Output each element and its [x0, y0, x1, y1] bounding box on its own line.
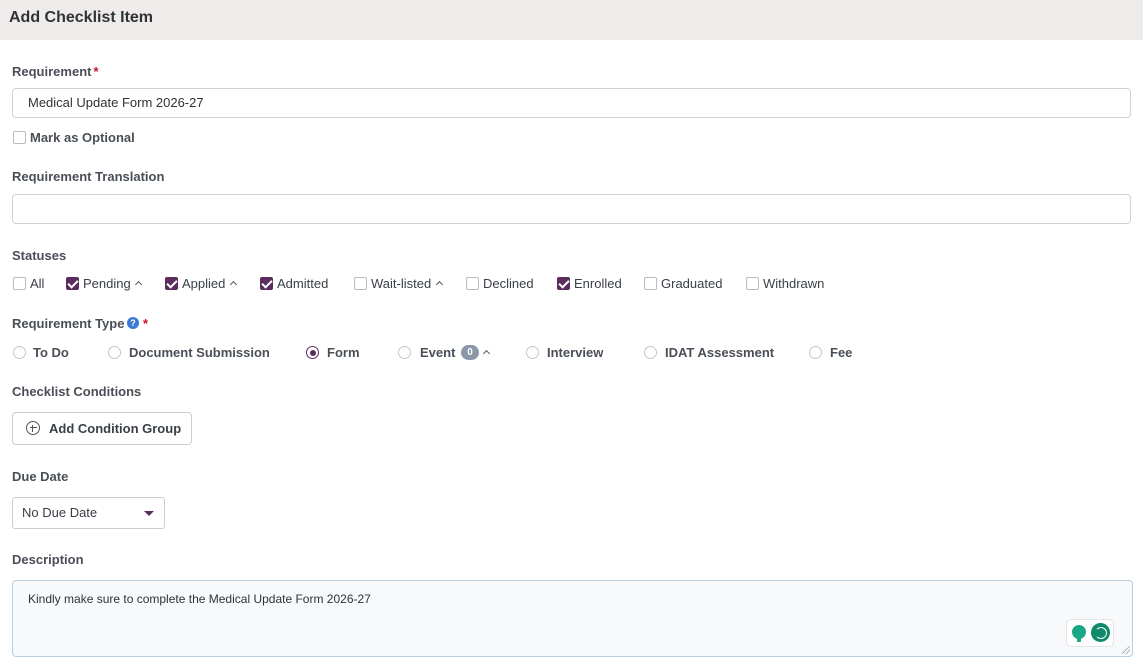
requirement-translation-input[interactable]	[12, 194, 1131, 224]
type-interview-label[interactable]: Interview	[547, 345, 603, 360]
dialog-title: Add Checklist Item	[9, 9, 154, 26]
status-enrolled-label[interactable]: Enrolled	[574, 276, 622, 291]
type-form-label[interactable]: Form	[327, 345, 360, 360]
resize-handle-icon[interactable]	[1122, 646, 1130, 654]
requirement-input[interactable]: Medical Update Form 2026-27	[12, 88, 1131, 118]
type-todo-label[interactable]: To Do	[33, 345, 69, 360]
status-admitted-checkbox[interactable]	[260, 277, 273, 290]
status-all-checkbox[interactable]	[13, 277, 26, 290]
status-graduated-checkbox[interactable]	[644, 277, 657, 290]
question-circle-icon[interactable]: ?	[127, 317, 139, 329]
required-asterisk: *	[93, 64, 99, 79]
chevron-up-icon[interactable]	[134, 280, 143, 289]
type-idat-radio[interactable]	[644, 346, 657, 359]
due-date-selected: No Due Date	[22, 505, 98, 520]
requirement-translation-label: Requirement Translation	[12, 169, 165, 184]
status-withdrawn-checkbox[interactable]	[746, 277, 759, 290]
plus-circle-icon	[26, 421, 40, 435]
requirement-type-label-text: Requirement Type	[12, 316, 125, 331]
status-waitlisted-label[interactable]: Wait-listed	[371, 276, 431, 291]
writing-assistant-widget[interactable]	[1066, 619, 1114, 647]
description-text: Kindly make sure to complete the Medical…	[28, 592, 371, 606]
due-date-select[interactable]: No Due Date	[12, 497, 165, 529]
chevron-up-icon[interactable]	[482, 349, 491, 358]
checklist-conditions-label: Checklist Conditions	[12, 384, 142, 399]
statuses-label: Statuses	[12, 248, 67, 263]
chevron-up-icon[interactable]	[435, 280, 444, 289]
description-textarea[interactable]: Kindly make sure to complete the Medical…	[12, 580, 1133, 657]
type-idat-label[interactable]: IDAT Assessment	[665, 345, 774, 360]
required-asterisk-text: *	[143, 316, 149, 331]
type-fee-label[interactable]: Fee	[830, 345, 852, 360]
description-label: Description	[12, 552, 84, 567]
type-event-radio[interactable]	[398, 346, 411, 359]
chevron-up-icon[interactable]	[229, 280, 238, 289]
status-pending-label[interactable]: Pending	[83, 276, 131, 291]
lightbulb-icon[interactable]	[1072, 625, 1086, 642]
add-condition-group-label: Add Condition Group	[49, 421, 182, 436]
status-enrolled-checkbox[interactable]	[557, 277, 570, 290]
status-declined-checkbox[interactable]	[466, 277, 479, 290]
event-count-badge: 0	[461, 345, 479, 360]
type-interview-radio[interactable]	[526, 346, 539, 359]
mark-optional-label[interactable]: Mark as Optional	[30, 130, 135, 145]
due-date-label: Due Date	[12, 469, 69, 484]
type-todo-radio[interactable]	[13, 346, 26, 359]
type-document-label[interactable]: Document Submission	[129, 345, 270, 360]
dialog-header: Add Checklist Item	[0, 0, 1143, 40]
add-condition-group-button[interactable]: Add Condition Group	[12, 412, 192, 445]
status-applied-label[interactable]: Applied	[182, 276, 225, 291]
status-declined-label[interactable]: Declined	[483, 276, 534, 291]
status-all-label[interactable]: All	[30, 276, 44, 291]
type-document-radio[interactable]	[108, 346, 121, 359]
status-admitted-label[interactable]: Admitted	[277, 276, 328, 291]
requirement-label: Requirement *	[12, 64, 99, 79]
status-graduated-label[interactable]: Graduated	[661, 276, 722, 291]
status-withdrawn-label[interactable]: Withdrawn	[763, 276, 824, 291]
required-asterisk: *	[141, 316, 148, 331]
status-pending-checkbox[interactable]	[66, 277, 79, 290]
requirement-label-text: Requirement	[12, 64, 92, 79]
status-applied-checkbox[interactable]	[165, 277, 178, 290]
assistant-chat-icon[interactable]	[1091, 623, 1110, 642]
type-form-radio[interactable]	[306, 346, 319, 359]
status-waitlisted-checkbox[interactable]	[354, 277, 367, 290]
type-fee-radio[interactable]	[809, 346, 822, 359]
type-event-label[interactable]: Event	[420, 345, 455, 360]
caret-down-icon	[144, 511, 154, 516]
mark-optional-checkbox[interactable]	[13, 131, 26, 144]
requirement-type-label: Requirement Type	[12, 316, 124, 331]
